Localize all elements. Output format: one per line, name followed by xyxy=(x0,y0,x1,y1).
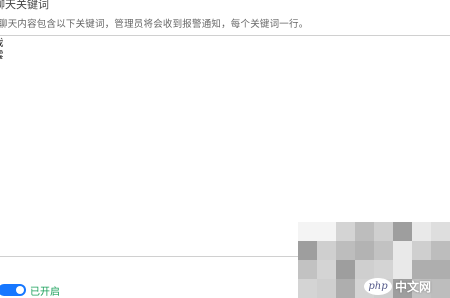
mosaic-cell xyxy=(317,222,336,241)
mosaic-cell xyxy=(412,222,431,241)
mosaic-cell xyxy=(336,279,355,298)
toggle-knob xyxy=(16,286,24,294)
mosaic-cell xyxy=(431,241,450,260)
mosaic-cell xyxy=(393,241,412,260)
mosaic-cell xyxy=(412,241,431,260)
mosaic-cell xyxy=(355,222,374,241)
alert-toggle-row: 已开启 xyxy=(0,283,60,298)
mosaic-cell xyxy=(355,241,374,260)
mosaic-cell xyxy=(336,222,355,241)
mosaic-cell xyxy=(374,222,393,241)
mosaic-cell xyxy=(336,241,355,260)
toggle-state-label: 已开启 xyxy=(30,286,60,298)
mosaic-cell xyxy=(355,260,374,279)
keyword-alert-settings: 聊天关键词 聊天内容包含以下关键词，管理员将会收到报警通知，每个关键词一行。 戏… xyxy=(0,0,450,298)
mosaic-cell xyxy=(431,279,450,298)
mosaic-cell xyxy=(431,260,450,279)
mosaic-cell xyxy=(336,260,355,279)
mosaic-cell xyxy=(317,279,336,298)
watermark-badge: php xyxy=(364,278,392,295)
mosaic-cell xyxy=(393,222,412,241)
keyword-line: 雲 xyxy=(0,50,450,62)
mosaic-cell xyxy=(431,222,450,241)
alert-toggle-switch[interactable] xyxy=(0,284,26,296)
mosaic-cell xyxy=(298,241,317,260)
mosaic-cell xyxy=(374,241,393,260)
mosaic-cell xyxy=(393,260,412,279)
keyword-line: 戏 xyxy=(0,38,450,50)
mosaic-cell xyxy=(298,279,317,298)
mosaic-cell xyxy=(298,260,317,279)
mosaic-cell xyxy=(412,260,431,279)
mosaic-cell xyxy=(317,260,336,279)
watermark-text: 中文网 xyxy=(395,280,432,294)
mosaic-cell xyxy=(298,222,317,241)
watermark-logo: php 中文网 xyxy=(364,278,431,295)
section-title: 聊天关键词 xyxy=(0,0,49,11)
mosaic-cell xyxy=(374,260,393,279)
section-description: 聊天内容包含以下关键词，管理员将会收到报警通知，每个关键词一行。 xyxy=(0,19,309,30)
mosaic-cell xyxy=(317,241,336,260)
